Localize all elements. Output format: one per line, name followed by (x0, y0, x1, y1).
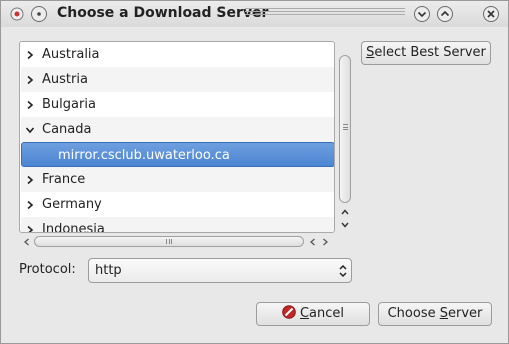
chevron-down-icon[interactable] (25, 125, 35, 135)
updown-arrows-icon (339, 263, 347, 278)
mnemonic: S (439, 306, 448, 321)
close-icon[interactable] (483, 6, 499, 22)
list-item[interactable]: Canada (21, 117, 334, 142)
chevron-right-icon[interactable] (25, 75, 35, 85)
list-item[interactable]: Australia (21, 42, 334, 67)
pin-icon[interactable] (31, 6, 47, 22)
maximize-icon[interactable] (437, 6, 453, 22)
title-bar[interactable]: Choose a Download Server (1, 1, 508, 27)
button-label: elect Best Server (374, 45, 486, 60)
button-label: Choose (387, 306, 440, 321)
choose-server-button[interactable]: Choose Server (378, 302, 492, 326)
protocol-value: http (95, 263, 122, 278)
cancel-icon (282, 305, 296, 319)
title-decoration (245, 8, 405, 20)
window-menu-icon[interactable] (10, 7, 24, 21)
list-item-label: Bulgaria (42, 97, 96, 112)
window-title: Choose a Download Server (57, 5, 269, 21)
list-item[interactable]: Indonesia (21, 217, 334, 233)
list-item-label: Canada (42, 122, 92, 137)
list-item-label: France (42, 172, 86, 187)
list-item[interactable]: Germany (21, 192, 334, 217)
horizontal-scroll-thumb[interactable] (34, 236, 304, 247)
list-item-label: Austria (42, 72, 88, 87)
list-item-label: mirror.csclub.uwaterloo.ca (58, 148, 230, 163)
scroll-down-icon[interactable] (340, 221, 350, 229)
protocol-select[interactable]: http (88, 258, 352, 283)
list-item-label: Australia (42, 47, 100, 62)
button-label: ancel (309, 306, 345, 321)
minimize-icon[interactable] (414, 6, 430, 22)
chevron-right-icon[interactable] (25, 225, 35, 232)
list-item[interactable]: France (21, 167, 334, 192)
list-item-label: Germany (42, 197, 102, 212)
list-item[interactable]: Austria (21, 67, 334, 92)
vertical-scrollbar[interactable] (338, 41, 352, 233)
chevron-right-icon[interactable] (25, 175, 35, 185)
chevron-right-icon[interactable] (25, 50, 35, 60)
cancel-button[interactable]: Cancel (256, 302, 370, 326)
server-list[interactable]: Australia Austria Bulgaria Canada mirror… (19, 41, 335, 233)
selected-list-item[interactable]: mirror.csclub.uwaterloo.ca (21, 142, 334, 167)
scroll-left-icon[interactable] (308, 238, 318, 246)
mnemonic: C (299, 306, 310, 321)
vertical-scroll-thumb[interactable] (339, 55, 351, 203)
chevron-right-icon[interactable] (25, 200, 35, 210)
chevron-right-icon[interactable] (25, 100, 35, 110)
scroll-up-icon[interactable] (340, 208, 350, 216)
grip-icon (343, 124, 348, 130)
protocol-label: Protocol: (19, 262, 76, 277)
list-item[interactable]: Bulgaria (21, 92, 334, 117)
grip-icon (166, 239, 172, 244)
list-item-label: Indonesia (42, 222, 105, 233)
scroll-right-icon[interactable] (320, 238, 330, 246)
scroll-left-icon[interactable] (22, 238, 32, 246)
button-label: erver (448, 306, 483, 321)
horizontal-scrollbar[interactable] (19, 235, 335, 249)
dialog-window: Choose a Download Server Australia Austr… (0, 0, 509, 344)
select-best-server-button[interactable]: Select Best Server (361, 41, 491, 65)
